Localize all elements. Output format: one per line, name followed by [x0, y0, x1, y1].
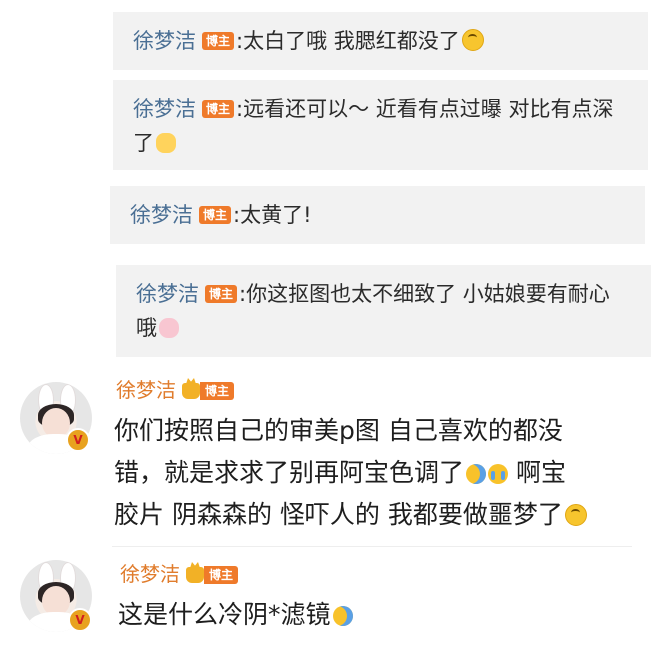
- comment-line-text: 错，就是求求了别再阿宝色调了: [114, 458, 465, 487]
- comment-text: 你们按照自己的审美p图 自己喜欢的都没 错，就是求求了别再阿宝色调了 啊宝 胶片…: [114, 410, 654, 536]
- reply-item: 徐梦洁 博主:你这抠图也太不细致了 小姑娘要有耐心哦: [116, 265, 651, 357]
- reply-item: 徐梦洁 博主:太白了哦 我腮红都没了: [113, 12, 648, 70]
- comment-text: 这是什么冷阴*滤镜: [118, 594, 638, 636]
- blogger-badge: 博主: [199, 206, 232, 224]
- reply-author-name[interactable]: 徐梦洁: [133, 29, 196, 53]
- comment-item: V 徐梦洁 博主 你们按照自己的审美p图 自己喜欢的都没 错，就是求求了别再阿宝色…: [0, 372, 659, 542]
- divider: [112, 546, 632, 547]
- reply-author-name[interactable]: 徐梦洁: [136, 282, 199, 306]
- reply-item: 徐梦洁 博主:太黄了!: [110, 186, 645, 244]
- flower-face-icon: [156, 133, 176, 153]
- waving-face-icon: [332, 606, 353, 626]
- upside-down-face-icon: [461, 29, 484, 51]
- comment-line: 你们按照自己的审美p图 自己喜欢的都没: [114, 416, 563, 445]
- blogger-badge: 博主: [200, 382, 235, 400]
- reply-author-name[interactable]: 徐梦洁: [133, 97, 196, 121]
- reply-item: 徐梦洁 博主:远看还可以～ 近看有点过曝 对比有点深了: [113, 80, 648, 170]
- comment-line-tail: 啊宝: [515, 458, 566, 487]
- author-name-text: 徐梦洁: [120, 562, 180, 586]
- reply-author-name[interactable]: 徐梦洁: [130, 203, 193, 227]
- verified-badge-icon: V: [68, 608, 92, 632]
- comment-line-text: 这是什么冷阴*滤镜: [118, 600, 331, 629]
- author-name-text: 徐梦洁: [116, 378, 176, 402]
- blogger-badge: 博主: [204, 566, 239, 584]
- comment-line: 胶片 阴森森的 怪吓人的 我都要做噩梦了: [114, 494, 654, 536]
- crown-icon: [182, 383, 200, 399]
- upside-down-face-icon: [564, 504, 587, 526]
- pig-face-icon: [159, 318, 179, 338]
- verified-badge-icon: V: [66, 428, 90, 452]
- comment-item: V 徐梦洁 博主 这是什么冷阴*滤镜: [0, 552, 659, 646]
- blogger-badge: 博主: [205, 285, 238, 303]
- blogger-badge: 博主: [202, 100, 235, 118]
- crying-face-icon: [488, 464, 509, 484]
- comment-author-name[interactable]: 徐梦洁 博主: [116, 374, 235, 403]
- waving-face-icon: [466, 464, 487, 484]
- comment-line-text: 胶片 阴森森的 怪吓人的 我都要做噩梦了: [114, 500, 563, 529]
- comment-line: 错，就是求求了别再阿宝色调了 啊宝: [114, 452, 654, 494]
- crown-icon: [186, 567, 204, 583]
- blogger-badge: 博主: [202, 32, 235, 50]
- reply-text: 太白了哦 我腮红都没了: [243, 29, 460, 53]
- comment-author-name[interactable]: 徐梦洁 博主: [120, 558, 239, 587]
- reply-text: 太黄了!: [240, 203, 312, 227]
